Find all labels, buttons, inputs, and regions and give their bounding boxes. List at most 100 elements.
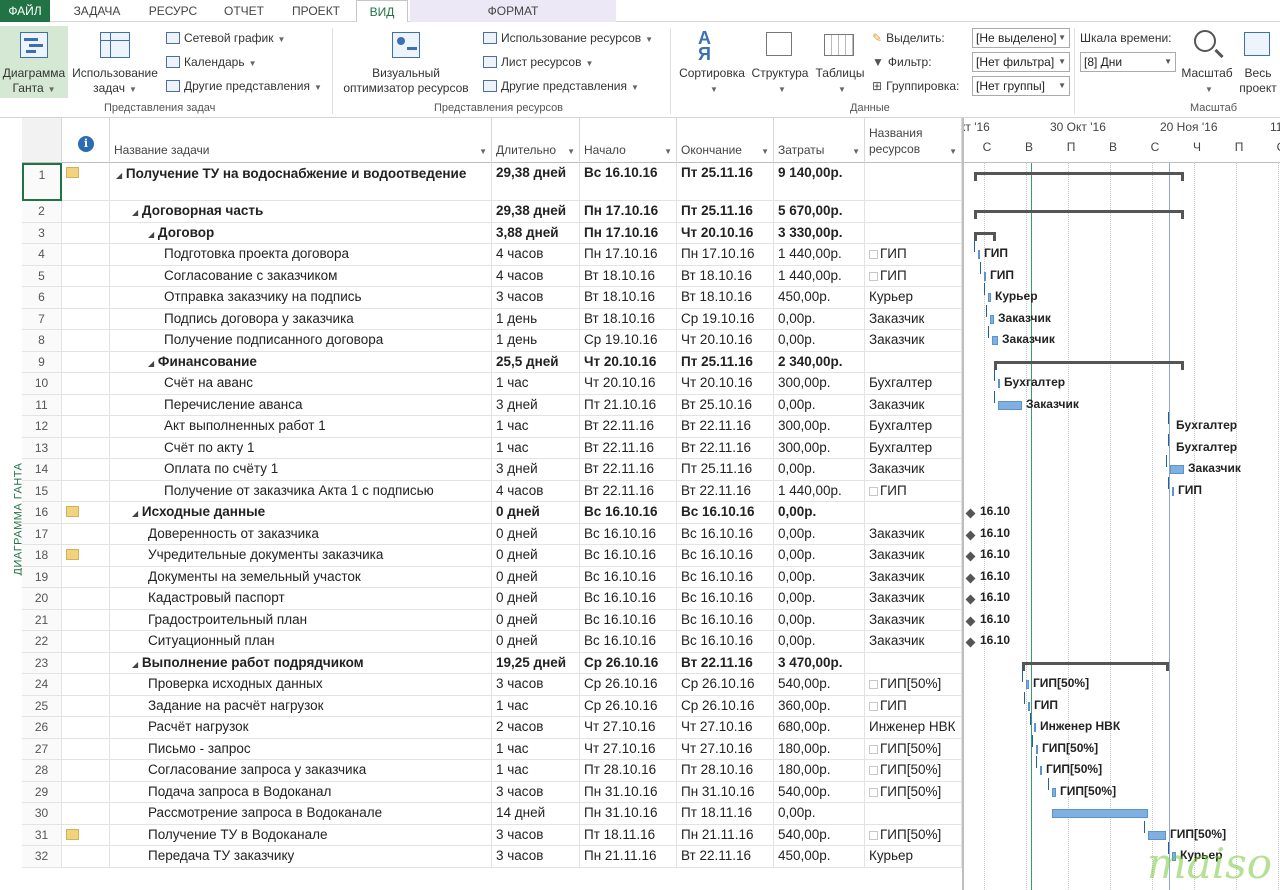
- table-row[interactable]: 6 Отправка заказчику на подпись 3 часов Вт …: [22, 287, 962, 309]
- task-bar[interactable]: [1040, 766, 1042, 775]
- finish-cell[interactable]: Вт 18.10.16: [677, 287, 774, 309]
- task-name-cell[interactable]: Получение ТУ в Водоканале: [110, 824, 492, 846]
- cost-cell[interactable]: 0,00р.: [774, 566, 865, 588]
- row-id[interactable]: 8: [22, 330, 62, 352]
- duration-cell[interactable]: 3 дней: [492, 394, 580, 416]
- table-row[interactable]: 27 Письмо - запрос 1 час Чт 27.10.16 Чт 27.1…: [22, 738, 962, 760]
- table-row[interactable]: 25 Задание на расчёт нагрузок 1 час Ср 26.1…: [22, 695, 962, 717]
- duration-cell[interactable]: 3 дней: [492, 459, 580, 481]
- start-cell[interactable]: Пт 28.10.16: [580, 760, 677, 782]
- cost-cell[interactable]: 540,00р.: [774, 674, 865, 696]
- tab-view[interactable]: ВИД: [356, 0, 408, 23]
- cost-cell[interactable]: 3 470,00р.: [774, 652, 865, 674]
- row-id[interactable]: 30: [22, 803, 62, 825]
- task-usage-button[interactable]: Использование задач ▼: [70, 26, 160, 98]
- finish-cell[interactable]: Пн 17.10.16: [677, 244, 774, 266]
- table-row[interactable]: 26 Расчёт нагрузок 2 часов Чт 27.10.16 Чт 27…: [22, 717, 962, 739]
- tab-project[interactable]: ПРОЕКТ: [280, 0, 352, 22]
- row-id[interactable]: 31: [22, 824, 62, 846]
- row-id[interactable]: 6: [22, 287, 62, 309]
- task-name-cell[interactable]: Акт выполненных работ 1: [110, 416, 492, 438]
- cost-cell[interactable]: 540,00р.: [774, 824, 865, 846]
- resource-cell[interactable]: ГИП[50%]: [865, 824, 962, 846]
- milestone-marker[interactable]: [965, 573, 976, 583]
- row-id[interactable]: 3: [22, 222, 62, 244]
- finish-cell[interactable]: Ср 26.10.16: [677, 695, 774, 717]
- task-name-cell[interactable]: Получение подписанного договора: [110, 330, 492, 352]
- row-id[interactable]: 15: [22, 480, 62, 502]
- finish-cell[interactable]: Чт 20.10.16: [677, 330, 774, 352]
- resource-cell[interactable]: Заказчик: [865, 308, 962, 330]
- task-name-cell[interactable]: Передача ТУ заказчику: [110, 846, 492, 868]
- cost-cell[interactable]: 180,00р.: [774, 760, 865, 782]
- collapse-arrow-icon[interactable]: ◢: [132, 660, 138, 669]
- start-cell[interactable]: Пт 21.10.16: [580, 394, 677, 416]
- resource-cell[interactable]: Курьер: [865, 846, 962, 868]
- summary-bar[interactable]: [974, 210, 1184, 213]
- network-diagram-button[interactable]: Сетевой график ▼: [166, 28, 285, 48]
- start-cell[interactable]: Вт 22.11.16: [580, 437, 677, 459]
- row-id[interactable]: 17: [22, 523, 62, 545]
- resource-cell[interactable]: Бухгалтер: [865, 437, 962, 459]
- resource-cell[interactable]: [865, 652, 962, 674]
- cost-cell[interactable]: 0,00р.: [774, 308, 865, 330]
- resource-cell[interactable]: ГИП[50%]: [865, 738, 962, 760]
- milestone-marker[interactable]: [965, 551, 976, 562]
- highlight-select[interactable]: [Не выделено] ▼: [972, 28, 1070, 48]
- finish-cell[interactable]: Пт 25.11.16: [677, 201, 774, 223]
- other-resource-views-button[interactable]: Другие представления ▼: [483, 76, 639, 96]
- row-id[interactable]: 32: [22, 846, 62, 868]
- duration-cell[interactable]: 0 дней: [492, 631, 580, 653]
- group-select[interactable]: [Нет группы] ▼: [972, 76, 1070, 96]
- table-row[interactable]: 12 Акт выполненных работ 11 час Вт 22.11.1…: [22, 416, 962, 438]
- resource-cell[interactable]: Инженер НВК: [865, 717, 962, 739]
- finish-cell[interactable]: Чт 20.10.16: [677, 373, 774, 395]
- row-id[interactable]: 25: [22, 695, 62, 717]
- column-header-finish[interactable]: Окончание ▼: [677, 118, 774, 163]
- resource-cell[interactable]: Заказчик: [865, 566, 962, 588]
- task-name-cell[interactable]: ◢ Получение ТУ на водоснабжение и водоот…: [110, 163, 492, 201]
- task-name-cell[interactable]: ◢ Выполнение работ подрядчиком: [110, 652, 492, 674]
- task-bar[interactable]: [1034, 723, 1036, 732]
- task-name-cell[interactable]: Градостроительный план: [110, 609, 492, 631]
- finish-cell[interactable]: Вт 22.11.16: [677, 652, 774, 674]
- collapse-arrow-icon[interactable]: ◢: [148, 230, 154, 239]
- start-cell[interactable]: Пн 31.10.16: [580, 781, 677, 803]
- table-row[interactable]: 5 Согласование с заказчиком 4 часов Вт 18.1…: [22, 265, 962, 287]
- duration-cell[interactable]: 3,88 дней: [492, 222, 580, 244]
- task-name-cell[interactable]: Получение от заказчика Акта 1 с подписью: [110, 480, 492, 502]
- task-name-cell[interactable]: Перечисление аванса: [110, 394, 492, 416]
- timescale-select[interactable]: [8] Дни ▼: [1080, 52, 1176, 72]
- start-cell[interactable]: Вс 16.10.16: [580, 163, 677, 201]
- resource-cell[interactable]: Бухгалтер: [865, 373, 962, 395]
- table-row[interactable]: 13 Счёт по акту 11 час Вт 22.11.16 Вт 22.11…: [22, 437, 962, 459]
- zoom-button[interactable]: Масштаб ▼: [1178, 26, 1236, 98]
- resource-cell[interactable]: Заказчик: [865, 330, 962, 352]
- row-id[interactable]: 26: [22, 717, 62, 739]
- finish-cell[interactable]: Пт 25.11.16: [677, 459, 774, 481]
- task-bar[interactable]: [1172, 486, 1174, 496]
- row-id[interactable]: 22: [22, 631, 62, 653]
- table-row[interactable]: 29 Подача запроса в Водоканал 3 часов Пн 31…: [22, 781, 962, 803]
- duration-cell[interactable]: 4 часов: [492, 244, 580, 266]
- resource-cell[interactable]: [865, 201, 962, 223]
- finish-cell[interactable]: Вс 16.10.16: [677, 588, 774, 610]
- start-cell[interactable]: Пн 31.10.16: [580, 803, 677, 825]
- other-task-views-button[interactable]: Другие представления ▼: [166, 76, 322, 96]
- task-name-cell[interactable]: Документы на земельный участок: [110, 566, 492, 588]
- task-name-cell[interactable]: Счёт на аванс: [110, 373, 492, 395]
- duration-cell[interactable]: 0 дней: [492, 566, 580, 588]
- resource-cell[interactable]: Заказчик: [865, 459, 962, 481]
- table-row[interactable]: 21 Градостроительный план 0 дней Вс 16.10.1…: [22, 609, 962, 631]
- finish-cell[interactable]: Вт 25.10.16: [677, 394, 774, 416]
- task-name-cell[interactable]: Задание на расчёт нагрузок: [110, 695, 492, 717]
- finish-cell[interactable]: Вс 16.10.16: [677, 631, 774, 653]
- cost-cell[interactable]: 180,00р.: [774, 738, 865, 760]
- finish-cell[interactable]: Чт 27.10.16: [677, 738, 774, 760]
- start-cell[interactable]: Вт 22.11.16: [580, 416, 677, 438]
- duration-cell[interactable]: 1 день: [492, 308, 580, 330]
- finish-cell[interactable]: Пт 25.11.16: [677, 163, 774, 201]
- finish-cell[interactable]: Вт 22.11.16: [677, 416, 774, 438]
- table-row[interactable]: 3 ◢ Договор 3,88 дней Пн 17.10.16 Чт 20.10.1…: [22, 222, 962, 244]
- start-cell[interactable]: Ср 26.10.16: [580, 695, 677, 717]
